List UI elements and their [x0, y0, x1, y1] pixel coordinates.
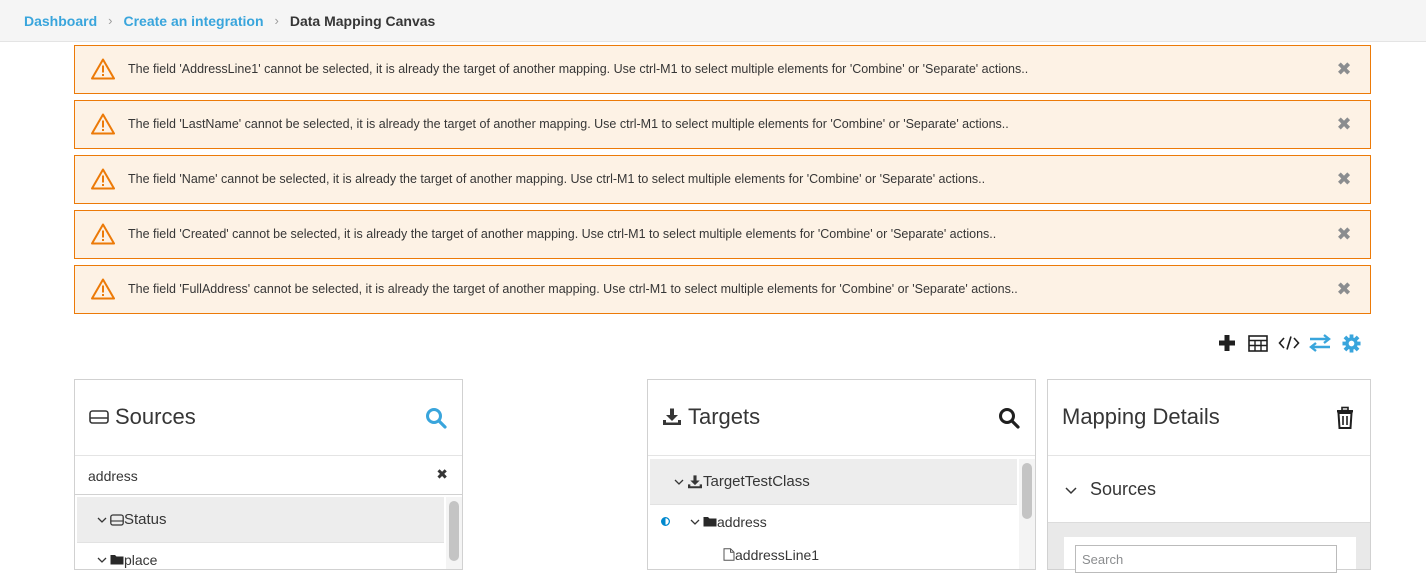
targets-title: Targets [688, 404, 761, 429]
sources-section-label: Sources [1090, 479, 1157, 499]
warning-icon [91, 223, 115, 245]
mapping-search-input[interactable] [1075, 545, 1337, 573]
sources-title: Sources [115, 404, 196, 429]
breadcrumb-separator: › [108, 13, 113, 28]
alert-list: The field 'AddressLine1' cannot be selec… [74, 45, 1371, 320]
mapping-details-title: Mapping Details [1062, 404, 1220, 429]
sources-scrollbar[interactable] [449, 501, 459, 561]
targets-panel: Targets TargetTestClass address addressL… [647, 379, 1036, 570]
sources-panel: Sources ✖ Status place [74, 379, 463, 570]
tree-node-label: address [717, 513, 767, 530]
targets-scrollbar[interactable] [1022, 463, 1032, 519]
targets-title-wrap: Targets [662, 404, 760, 430]
chevron-down-icon [690, 519, 700, 525]
plus-icon[interactable] [1216, 333, 1238, 353]
warning-icon [91, 113, 115, 135]
chevron-down-icon [97, 557, 107, 563]
warning-alert: The field 'FullAddress' cannot be select… [74, 265, 1371, 314]
clear-icon[interactable]: ✖ [436, 466, 448, 483]
hdd-icon [89, 410, 109, 424]
close-icon[interactable]: ✖ [1336, 279, 1352, 299]
warning-icon [91, 278, 115, 300]
tree-document-label: Status [124, 511, 167, 528]
tree-document[interactable]: TargetTestClass [650, 459, 1017, 505]
breadcrumb: Dashboard › Create an integration › Data… [0, 0, 1426, 42]
table-icon[interactable] [1247, 333, 1269, 353]
mapping-details-body: Sources [1048, 457, 1370, 573]
half-circle-icon [661, 517, 670, 526]
sources-header: Sources [75, 380, 462, 456]
warning-alert: The field 'Name' cannot be selected, it … [74, 155, 1371, 204]
sources-tree: Status place [77, 497, 444, 569]
warning-icon [91, 168, 115, 190]
search-icon[interactable] [997, 406, 1021, 430]
chevron-down-icon [97, 517, 107, 523]
targets-header: Targets [648, 380, 1035, 456]
download-icon [688, 474, 702, 488]
tree-node[interactable]: address [650, 505, 1017, 538]
alert-message: The field 'LastName' cannot be selected,… [128, 117, 1009, 131]
warning-alert: The field 'Created' cannot be selected, … [74, 210, 1371, 259]
close-icon[interactable]: ✖ [1336, 169, 1352, 189]
warning-alert: The field 'AddressLine1' cannot be selec… [74, 45, 1371, 94]
chevron-down-icon [674, 479, 684, 485]
folder-icon [110, 555, 124, 565]
alert-message: The field 'Name' cannot be selected, it … [128, 172, 986, 186]
breadcrumb-dashboard[interactable]: Dashboard [24, 13, 97, 29]
tree-node-label: place [124, 551, 158, 568]
breadcrumb-current: Data Mapping Canvas [289, 12, 436, 29]
sources-title-wrap: Sources [89, 404, 196, 430]
tree-node[interactable]: place [77, 543, 444, 569]
sources-filter: ✖ [75, 458, 462, 495]
sources-section-content [1064, 537, 1356, 573]
file-icon [723, 548, 735, 561]
alert-message: The field 'Created' cannot be selected, … [128, 227, 997, 241]
tree-field-label: addressLine1 [735, 546, 820, 563]
trash-icon[interactable] [1336, 406, 1354, 430]
exchange-icon[interactable] [1309, 333, 1331, 353]
canvas-toolbar [1216, 333, 1362, 353]
tree-document-label: TargetTestClass [703, 473, 810, 490]
close-icon[interactable]: ✖ [1336, 224, 1352, 244]
code-icon[interactable] [1278, 333, 1300, 353]
alert-message: The field 'AddressLine1' cannot be selec… [128, 62, 1029, 76]
tree-document[interactable]: Status [77, 497, 444, 543]
tree-field[interactable]: addressLine1 [650, 538, 1017, 569]
warning-icon [91, 58, 115, 80]
warning-alert: The field 'LastName' cannot be selected,… [74, 100, 1371, 149]
close-icon[interactable]: ✖ [1336, 114, 1352, 134]
alert-message: The field 'FullAddress' cannot be select… [128, 282, 1018, 296]
breadcrumb-separator: › [274, 13, 279, 28]
mapping-details-panel: Mapping Details Sources [1047, 379, 1371, 573]
search-icon[interactable] [424, 406, 448, 430]
mapping-details-header: Mapping Details [1048, 380, 1370, 456]
close-icon[interactable]: ✖ [1336, 59, 1352, 79]
download-icon [663, 408, 681, 425]
hdd-icon [110, 513, 124, 526]
targets-tree: TargetTestClass address addressLine1 [650, 459, 1017, 569]
chevron-down-icon [1065, 486, 1077, 494]
gear-icon[interactable] [1340, 333, 1362, 353]
breadcrumb-create-integration[interactable]: Create an integration [123, 13, 263, 29]
folder-icon [703, 517, 717, 527]
sources-section-toggle[interactable]: Sources [1048, 457, 1370, 523]
sources-search-input[interactable] [75, 458, 462, 494]
